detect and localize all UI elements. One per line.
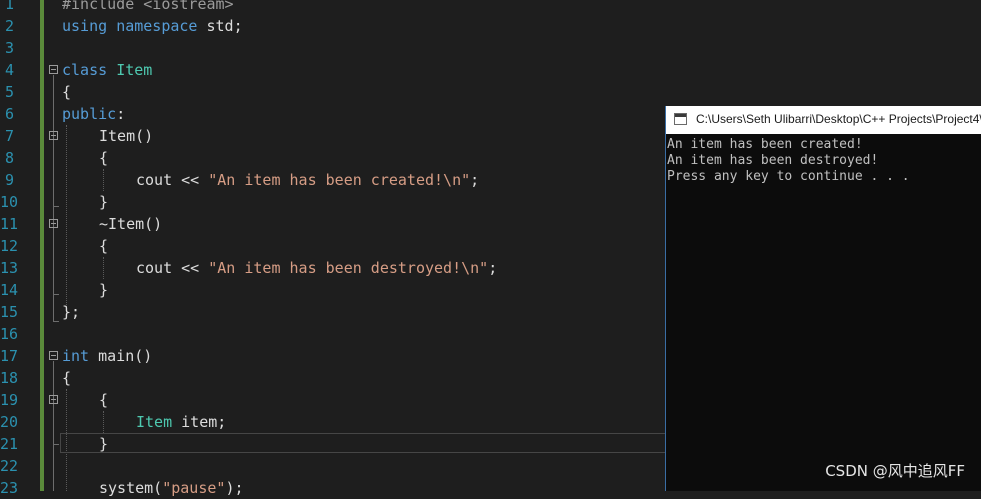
code-line-20: {: [99, 389, 108, 411]
code-text-span: system(: [99, 479, 163, 497]
code-line-8: {: [99, 147, 108, 169]
keyword: using: [62, 17, 108, 35]
code-text-span: {: [99, 149, 109, 167]
code-text-span: ~Item(): [99, 215, 163, 233]
code-line-4: class Item: [62, 59, 152, 81]
string-literal: "An item has been created!\n": [208, 171, 471, 189]
code-text-span: cout <<: [136, 259, 209, 277]
code-text-span: };: [62, 303, 81, 321]
console-line: Press any key to continue . . .: [667, 169, 910, 184]
keyword: namespace: [116, 17, 198, 35]
code-line-11: ~Item(): [99, 213, 162, 235]
keyword: class: [62, 61, 108, 79]
code-line-6: public:: [62, 103, 125, 125]
code-text-span: cout <<: [136, 171, 209, 189]
keyword: public: [62, 105, 117, 123]
console-title-bar[interactable]: C:\Users\Seth Ulibarri\Desktop\C++ Proje…: [666, 106, 981, 134]
code-text-span: main(): [89, 347, 153, 365]
code-text-span: {: [99, 391, 109, 409]
console-title: C:\Users\Seth Ulibarri\Desktop\C++ Proje…: [696, 112, 981, 126]
code-text-span: {: [99, 237, 109, 255]
code-text-span: ;: [470, 171, 480, 189]
console-window[interactable]: C:\Users\Seth Ulibarri\Desktop\C++ Proje…: [665, 106, 981, 491]
preprocessor-directive: #include <iostream>: [62, 0, 234, 13]
console-line: An item has been created!: [667, 137, 863, 152]
code-line-7: Item(): [99, 125, 153, 147]
code-line-18: {: [62, 367, 71, 389]
code-text-span: }: [99, 281, 109, 299]
code-text-span: Item(): [99, 127, 154, 145]
code-text-span: ;: [488, 259, 498, 277]
type-name: Item: [116, 61, 153, 79]
code-text-span: :: [116, 105, 126, 123]
console-app-icon[interactable]: [674, 113, 687, 125]
code-text-span: );: [225, 479, 244, 497]
code-line-1: #include <iostream>: [62, 0, 234, 15]
keyword: int: [62, 347, 90, 365]
code-line-5: {: [62, 81, 71, 103]
code-line-2: using namespace std;: [62, 15, 243, 37]
code-text-span: item;: [172, 413, 227, 431]
type-name: Item: [136, 413, 173, 431]
code-line-13: cout << "An item has been destroyed!\n";: [136, 257, 497, 279]
code-line-14: }: [99, 279, 108, 301]
code-line-10: }: [99, 191, 108, 213]
code-line-22: }: [99, 433, 108, 455]
watermark: CSDN @风中追风FF: [825, 462, 965, 480]
code-line-21: Item item;: [136, 411, 226, 433]
code-line-9: cout << "An item has been created!\n";: [136, 169, 479, 191]
console-line: An item has been destroyed!: [667, 153, 879, 168]
string-literal: "An item has been destroyed!\n": [208, 259, 489, 277]
code-line-17: int main(): [62, 345, 152, 367]
code-line-23: system("pause");: [99, 477, 244, 499]
code-text-span: {: [62, 83, 72, 101]
code-text-span: }: [99, 435, 109, 453]
code-text-span: }: [99, 193, 109, 211]
code-text-span: std;: [197, 17, 243, 35]
code-line-12: {: [99, 235, 108, 257]
string-literal: "pause": [162, 479, 226, 497]
code-line-15: };: [62, 301, 80, 323]
code-text-span: {: [62, 369, 72, 387]
